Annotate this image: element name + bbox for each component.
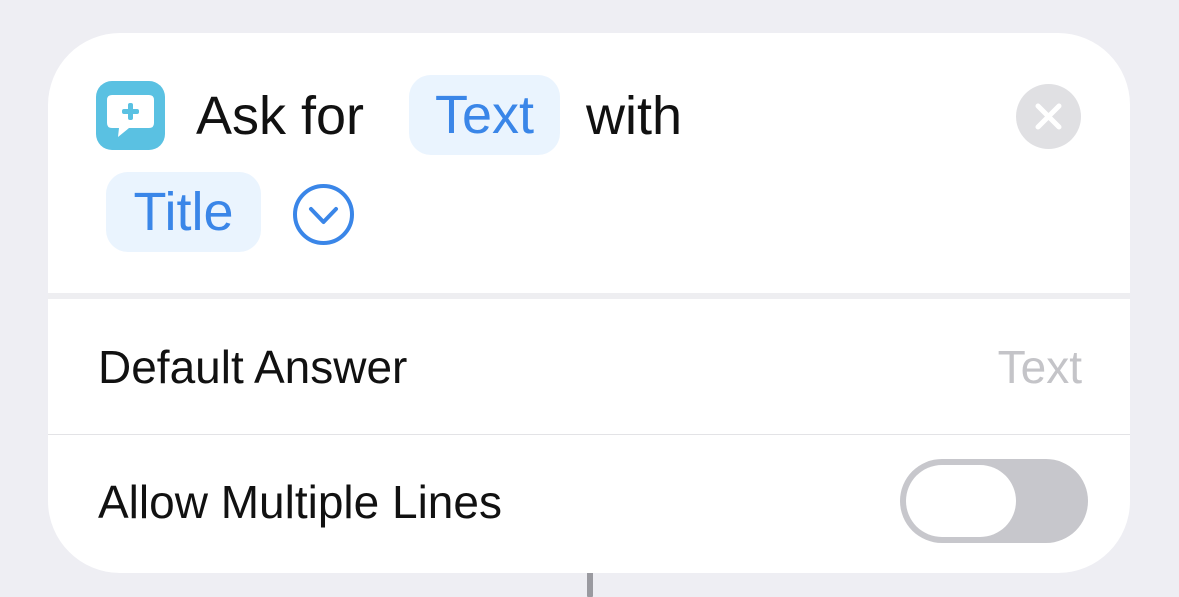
close-icon bbox=[1035, 103, 1062, 130]
ask-for-input-action-card: Ask for Text with Title Default Answer T bbox=[48, 33, 1130, 573]
prompt-title-token[interactable]: Title bbox=[106, 172, 261, 252]
default-answer-field[interactable]: Text bbox=[998, 300, 1082, 434]
input-type-token[interactable]: Text bbox=[409, 75, 560, 155]
header-divider bbox=[48, 293, 1130, 299]
expand-options-button[interactable] bbox=[292, 183, 355, 246]
action-with-word: with bbox=[586, 86, 683, 146]
speech-bubble-plus-icon bbox=[96, 81, 165, 150]
action-ask-prefix: Ask for bbox=[196, 86, 365, 146]
remove-action-button[interactable] bbox=[1016, 84, 1081, 149]
workflow-canvas: Ask for Text with Title Default Answer T bbox=[0, 0, 1179, 597]
default-answer-row[interactable]: Default Answer Text bbox=[48, 300, 1130, 434]
action-header: Ask for Text with Title bbox=[48, 33, 1130, 293]
default-answer-label: Default Answer bbox=[98, 341, 408, 393]
allow-multiple-lines-label: Allow Multiple Lines bbox=[98, 476, 502, 528]
allow-multiple-lines-toggle[interactable] bbox=[900, 459, 1088, 543]
toggle-knob bbox=[906, 465, 1016, 537]
chevron-down-circle-icon bbox=[293, 184, 354, 245]
